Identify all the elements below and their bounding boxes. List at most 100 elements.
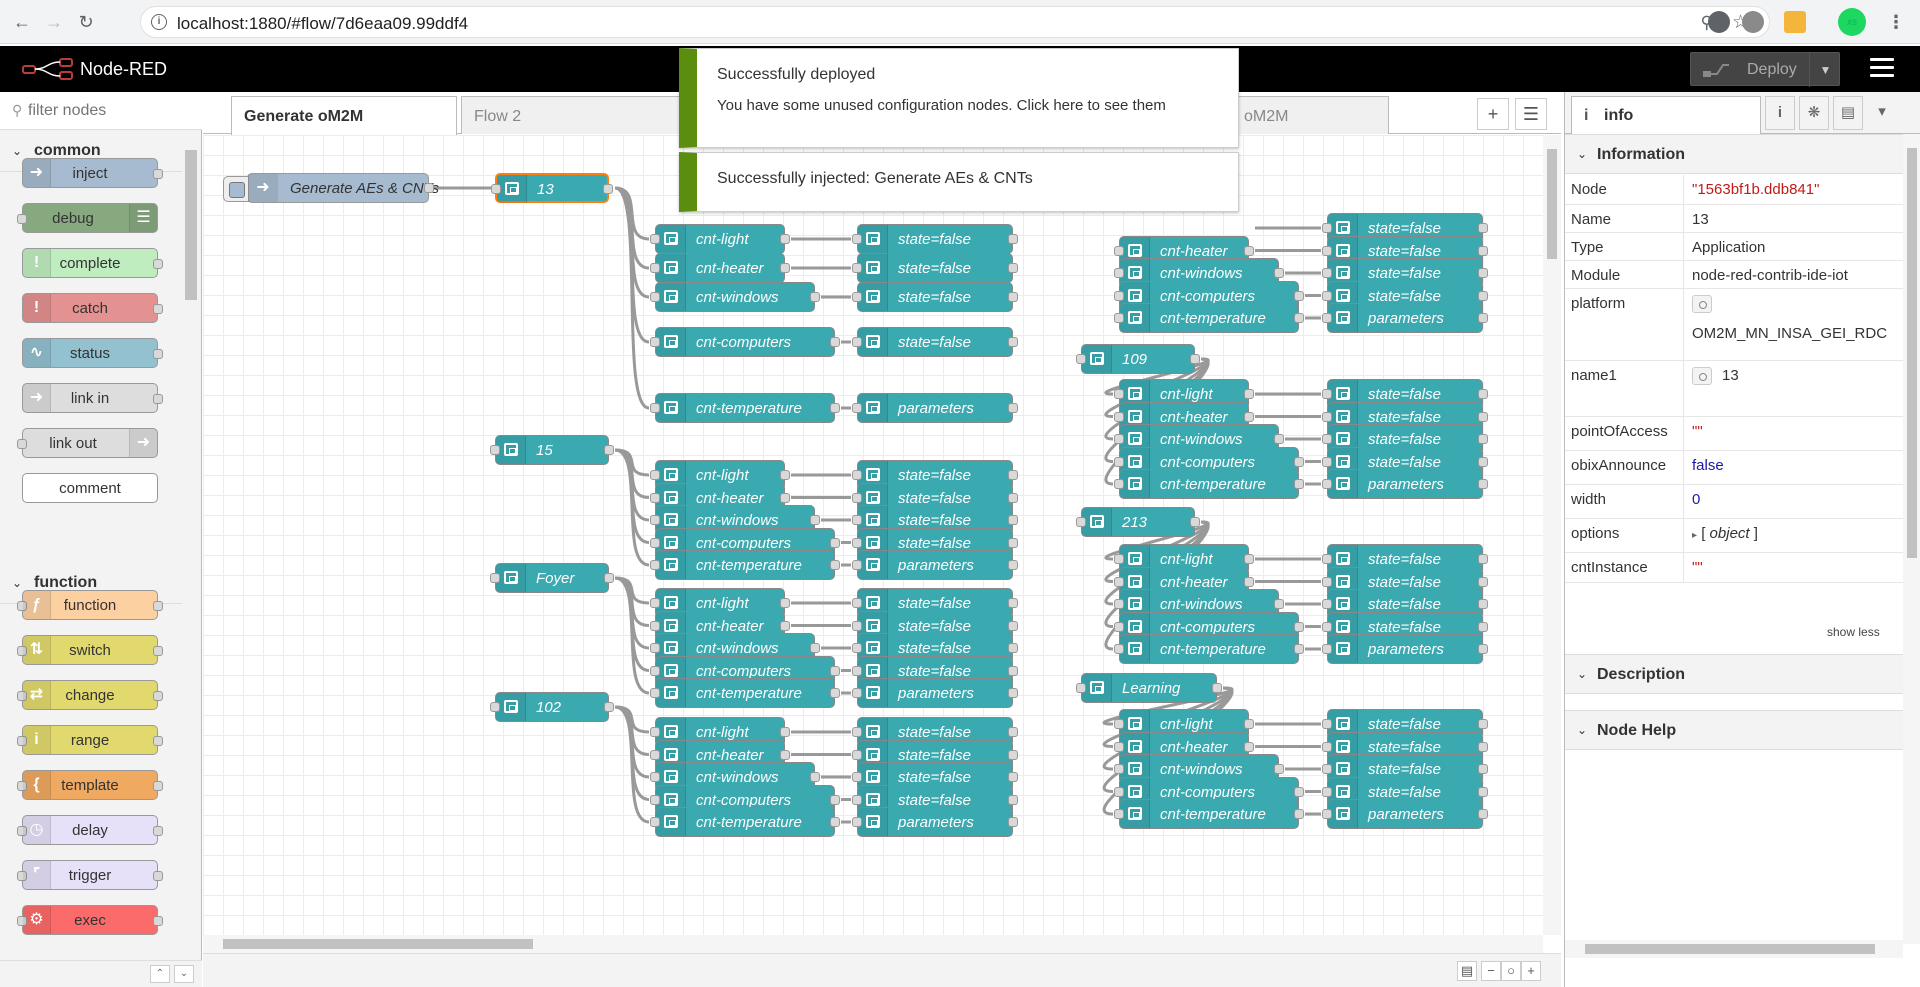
output-port[interactable] <box>1190 517 1200 527</box>
input-port[interactable] <box>650 560 660 570</box>
output-port[interactable] <box>1478 434 1488 444</box>
output-port[interactable] <box>780 749 790 760</box>
palette-node-complete[interactable]: ! complete <box>22 248 163 278</box>
palette-node-status[interactable]: ∿ status <box>22 338 163 368</box>
input-port[interactable] <box>852 817 862 827</box>
output-port[interactable] <box>1478 599 1488 609</box>
output-port[interactable] <box>780 234 790 244</box>
output-port[interactable] <box>1294 290 1304 301</box>
zoom-in-icon[interactable]: + <box>1521 961 1541 981</box>
output-port[interactable] <box>810 643 820 653</box>
content-instance-node[interactable]: parameters <box>1322 303 1488 333</box>
output-port[interactable] <box>780 598 790 608</box>
input-port[interactable] <box>1322 313 1332 323</box>
container-node[interactable]: cnt-temperature <box>1114 799 1304 829</box>
output-port[interactable] <box>1008 234 1018 244</box>
output-port[interactable] <box>1478 554 1488 564</box>
input-port[interactable] <box>852 620 862 631</box>
input-port[interactable] <box>1322 456 1332 467</box>
palette-node-switch[interactable]: ⇅ switch <box>17 635 163 665</box>
input-port[interactable] <box>650 727 660 737</box>
output-port[interactable] <box>1478 223 1488 233</box>
extension-m-icon[interactable] <box>1708 11 1730 33</box>
debug-bug-icon[interactable]: ❋ <box>1799 96 1829 130</box>
output-port[interactable] <box>1478 456 1488 467</box>
container-node[interactable]: cnt-temperature <box>650 550 840 580</box>
palette-scrollbar[interactable] <box>182 132 200 942</box>
output-port[interactable] <box>830 560 840 570</box>
palette-node-range[interactable]: i range <box>17 725 163 755</box>
container-node[interactable]: cnt-temperature <box>650 678 840 708</box>
canvas-horizontal-scrollbar[interactable] <box>203 935 1543 953</box>
input-port[interactable] <box>490 445 500 455</box>
output-port[interactable] <box>1008 537 1018 548</box>
output-port[interactable] <box>1478 809 1488 819</box>
content-instance-node[interactable]: state=false <box>852 224 1018 254</box>
extension-bitcoin-icon[interactable] <box>1784 11 1806 33</box>
site-info-icon[interactable]: i <box>151 14 167 30</box>
palette-node-link-in[interactable]: ➜ link in <box>22 383 163 413</box>
output-port[interactable] <box>1008 492 1018 503</box>
input-port[interactable] <box>1114 741 1124 752</box>
output-port[interactable] <box>1008 403 1018 413</box>
input-port[interactable] <box>650 337 660 347</box>
input-port[interactable] <box>852 292 862 302</box>
deploy-button[interactable]: Deploy ▼ <box>1690 52 1840 87</box>
output-port[interactable] <box>1478 245 1488 256</box>
output-port[interactable] <box>1478 719 1488 729</box>
input-port[interactable] <box>1076 683 1086 693</box>
input-port[interactable] <box>490 573 500 583</box>
output-port[interactable] <box>1294 644 1304 654</box>
output-port[interactable] <box>1478 621 1488 632</box>
output-port[interactable] <box>1244 389 1254 399</box>
input-port[interactable] <box>852 492 862 503</box>
input-port[interactable] <box>1322 411 1332 422</box>
output-port[interactable] <box>424 183 434 193</box>
input-port[interactable] <box>650 794 660 805</box>
output-port[interactable] <box>1294 479 1304 489</box>
input-port[interactable] <box>852 688 862 698</box>
palette-node-debug[interactable]: ☰ debug <box>17 203 158 233</box>
palette-node-change[interactable]: ⇄ change <box>17 680 163 710</box>
output-port[interactable] <box>830 665 840 676</box>
input-port[interactable] <box>490 702 500 712</box>
output-port[interactable] <box>1274 599 1284 609</box>
input-port[interactable] <box>1322 786 1332 797</box>
content-instance-node[interactable]: state=false <box>852 253 1018 283</box>
output-port[interactable] <box>1008 727 1018 737</box>
application-node[interactable]: 109 <box>1076 344 1200 374</box>
application-node[interactable]: 213 <box>1076 507 1200 537</box>
container-node[interactable]: cnt-computers <box>650 327 840 357</box>
input-port[interactable] <box>1114 554 1124 564</box>
input-port[interactable] <box>1114 411 1124 422</box>
extension-tool-icon[interactable] <box>1742 11 1764 33</box>
input-port[interactable] <box>650 470 660 480</box>
output-port[interactable] <box>1478 576 1488 587</box>
output-port[interactable] <box>1478 411 1488 422</box>
notification-injected[interactable]: Successfully injected: Generate AEs & CN… <box>679 152 1239 212</box>
output-port[interactable] <box>1478 644 1488 654</box>
flow-canvas[interactable]: ➜ Generate AEs & CNTs 13 cnt-light state=fal… <box>203 135 1543 935</box>
output-port[interactable] <box>604 573 614 583</box>
back-icon[interactable]: ← <box>8 8 36 36</box>
output-port[interactable] <box>1008 263 1018 273</box>
container-node[interactable]: cnt-temperature <box>1114 303 1304 333</box>
content-instance-node[interactable]: state=false <box>852 327 1018 357</box>
input-port[interactable] <box>1114 576 1124 587</box>
output-port[interactable] <box>1008 749 1018 760</box>
content-instance-node[interactable]: parameters <box>852 807 1018 837</box>
input-port[interactable] <box>491 184 501 194</box>
input-port[interactable] <box>852 560 862 570</box>
input-port[interactable] <box>852 727 862 737</box>
input-port[interactable] <box>852 749 862 760</box>
container-node[interactable]: cnt-light <box>650 224 790 254</box>
tab-om2m[interactable]: oM2M <box>1231 96 1389 134</box>
input-port[interactable] <box>852 772 862 782</box>
profile-avatar[interactable]: xs <box>1838 8 1866 36</box>
flow-list-icon[interactable]: ☰ <box>1515 98 1547 130</box>
palette-node-inject[interactable]: ➜ inject <box>22 158 163 188</box>
show-less-link[interactable]: show less <box>1827 625 1880 639</box>
content-instance-node[interactable]: parameters <box>1322 799 1488 829</box>
info-tab-icon[interactable]: i <box>1765 96 1795 130</box>
address-bar[interactable]: i localhost:1880/#flow/7d6eaa09.99ddf4 ⚲… <box>140 6 1770 38</box>
